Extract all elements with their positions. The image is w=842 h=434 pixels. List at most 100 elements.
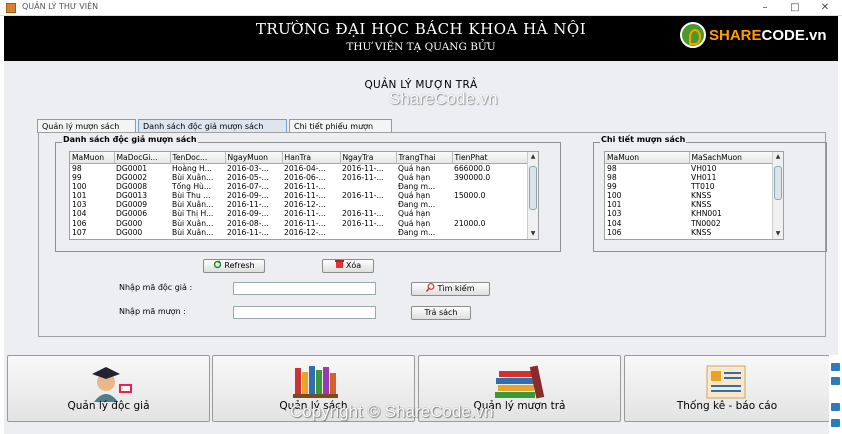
table-cell: DG0001 — [116, 163, 148, 173]
delete-button[interactable]: Xóa — [322, 259, 374, 273]
table-cell — [452, 228, 529, 237]
maximize-button[interactable]: □ — [780, 0, 810, 16]
loan-detail-column-header[interactable]: MaMuon — [605, 152, 690, 164]
table-cell: 100 — [72, 181, 87, 191]
graduate-icon — [86, 362, 136, 402]
table-row[interactable]: 101 DG0013 Bùi Thu ... 2016-09-... 2016-11-.… — [70, 191, 529, 200]
table-cell: 2016-11-... — [284, 190, 326, 200]
borrower-column-header[interactable]: TienPhat — [452, 152, 530, 164]
table-row[interactable]: 104 DG0006 Bùi Thị H... 2016-09-... 2016-11-… — [70, 209, 529, 218]
borrower-table-scrollbar[interactable]: ▲ ▼ — [527, 152, 538, 239]
search-label: Tìm kiếm — [437, 284, 475, 293]
table-cell: DG000 — [116, 218, 143, 228]
search-button[interactable]: Tìm kiếm — [411, 282, 490, 296]
tab-loan-detail[interactable]: Chi tiết phiếu mượn — [289, 119, 392, 133]
table-cell: KNSS — [691, 190, 712, 200]
borrower-column-header[interactable]: MaMuon — [70, 152, 115, 164]
scroll-thumb[interactable] — [529, 166, 537, 210]
table-cell: DG000 — [116, 227, 143, 237]
table-cell: 2016-12-... — [284, 200, 326, 210]
scroll-down-arrow-icon[interactable]: ▼ — [773, 229, 783, 239]
borrower-table[interactable]: MaMuon MaDocGi... TenDoc... NgayMuon HanTra N… — [69, 151, 539, 240]
table-cell: 2016-11-... — [342, 218, 384, 228]
table-row[interactable]: 99 DG0002 Bùi Xuân... 2016-05-... 2016-06-..… — [70, 173, 529, 182]
table-cell: 2016-11-... — [284, 181, 326, 191]
reader-id-input[interactable] — [233, 282, 376, 295]
table-cell: 2016-11-... — [342, 172, 384, 182]
table-cell: Tống Hù... — [172, 181, 212, 191]
loan-id-input[interactable] — [233, 306, 376, 319]
table-row[interactable]: 106 DG000 Bùi Xuân... 2016-08-... 2016-11-..… — [70, 218, 529, 228]
table-cell: Bùi Xuân... — [172, 227, 214, 237]
table-cell — [452, 200, 529, 209]
close-button[interactable]: ✕ — [810, 0, 840, 16]
loan-detail-title: Chi tiết mượn sách — [600, 135, 687, 144]
table-cell: KNSS — [691, 227, 712, 237]
table-row[interactable]: 103 DG0009 Bùi Xuân... 2016-11-... 2016-12-.… — [70, 200, 529, 209]
table-row[interactable]: 98 VH011 — [605, 173, 774, 182]
table-row[interactable]: 104 TN0002 — [605, 218, 774, 228]
delete-label: Xóa — [345, 261, 362, 270]
table-cell: 100 — [607, 190, 622, 200]
table-cell: KNSS — [691, 200, 712, 210]
borrower-column-header[interactable]: NgayMuon — [225, 152, 283, 164]
scroll-up-arrow-icon[interactable]: ▲ — [528, 152, 538, 162]
table-cell — [340, 182, 396, 191]
tab-loan-management[interactable]: Quản lý mượn sách — [37, 119, 136, 133]
loan-detail-scrollbar[interactable]: ▲ ▼ — [772, 152, 783, 239]
table-cell: TT010 — [691, 181, 715, 191]
refresh-button[interactable]: Refresh — [203, 259, 265, 273]
borrower-column-header[interactable]: TrangThai — [396, 152, 453, 164]
table-row[interactable]: 100 KNSS — [605, 191, 774, 200]
borrower-column-header[interactable]: NgayTra — [340, 152, 397, 164]
table-cell — [340, 228, 396, 237]
table-cell: Đang m... — [398, 200, 436, 210]
report-icon — [701, 362, 753, 402]
reader-id-label: Nhập mã độc giả : — [119, 283, 193, 292]
table-row[interactable]: 98 VH010 — [605, 163, 774, 173]
table-row[interactable]: 98 DG0001 Hoàng H... 2016-03-... 2016-04-...… — [70, 163, 529, 173]
table-row[interactable]: 103 KHN001 — [605, 209, 774, 218]
nav-statistics-report[interactable]: Thống kê - báo cáo — [624, 355, 830, 422]
nav-reader-management[interactable]: Quản lý độc giả — [7, 355, 210, 422]
return-book-button[interactable]: Trả sách — [411, 306, 471, 320]
scroll-up-arrow-icon[interactable]: ▲ — [773, 152, 783, 162]
borrower-column-header[interactable]: HanTra — [282, 152, 341, 164]
table-cell: 390000.0 — [454, 172, 491, 182]
loan-detail-table[interactable]: MaMuon MaSachMuon 98 VH010 98 VH011 99 TT010 10… — [604, 151, 784, 240]
table-cell: Quá hạn — [398, 190, 431, 200]
copyright-watermark: Copyright © ShareCode.vn — [290, 402, 494, 421]
table-row[interactable]: 99 TT010 — [605, 182, 774, 191]
table-row[interactable]: 101 KNSS — [605, 200, 774, 209]
table-cell: DG0013 — [116, 190, 148, 200]
table-cell: 98 — [72, 163, 82, 173]
table-row[interactable]: 107 DG000 Bùi Xuân... 2016-11-... 2016-12-..… — [70, 228, 529, 237]
table-cell: Bùi Thị H... — [172, 209, 214, 219]
book-stack-icon — [493, 362, 547, 402]
table-cell: 107 — [72, 227, 87, 237]
scroll-thumb[interactable] — [774, 166, 782, 200]
table-cell: 15000.0 — [454, 190, 486, 200]
tab-borrower-list[interactable]: Danh sách độc giả mượn sách — [138, 119, 287, 133]
search-icon — [426, 283, 435, 292]
table-cell: 2016-11-... — [342, 190, 384, 200]
table-cell: Quá hạn — [398, 172, 431, 182]
brand-logo-icon — [680, 22, 706, 48]
table-cell: Bùi Xuân... — [172, 200, 214, 210]
table-row[interactable]: 106 KNSS — [605, 228, 774, 237]
app-header: TRƯỜNG ĐẠI HỌC BÁCH KHOA HÀ NỘI THƯ VIỆN… — [4, 16, 838, 61]
table-cell: 101 — [72, 190, 87, 200]
table-cell: KHN001 — [691, 209, 722, 219]
table-cell: 104 — [72, 209, 87, 219]
table-cell: VH010 — [691, 163, 717, 173]
loan-detail-column-header[interactable]: MaSachMuon — [689, 152, 775, 164]
minimize-button[interactable]: – — [750, 0, 780, 16]
table-cell: VH011 — [691, 172, 717, 182]
borrower-column-header[interactable]: MaDocGi... — [114, 152, 171, 164]
table-row[interactable]: 100 DG0008 Tống Hù... 2016-07-... 2016-11-..… — [70, 182, 529, 191]
table-cell: Bùi Xuân... — [172, 218, 214, 228]
scroll-down-arrow-icon[interactable]: ▼ — [528, 229, 538, 239]
borrower-column-header[interactable]: TenDoc... — [170, 152, 226, 164]
edge-icon — [831, 377, 840, 385]
edge-icon — [831, 419, 840, 427]
